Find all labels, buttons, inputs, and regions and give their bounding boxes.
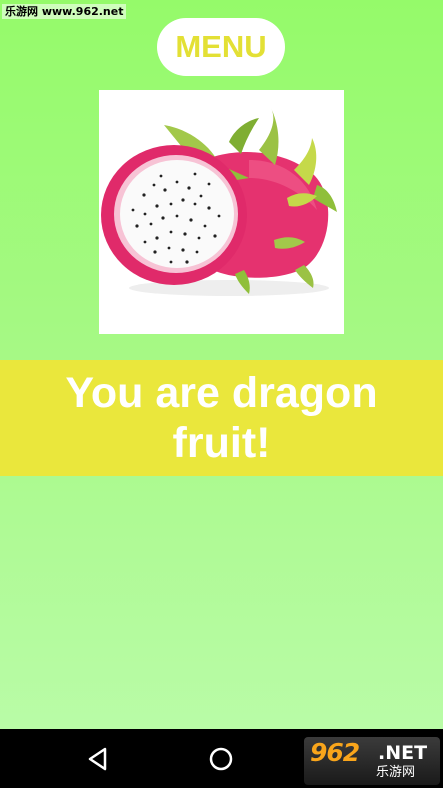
result-banner: You are dragon fruit! — [0, 360, 443, 476]
watermark-logo: 962 .NET 乐游网 — [304, 737, 440, 785]
back-triangle-icon[interactable] — [81, 742, 115, 776]
logo-number: 962 — [310, 738, 360, 767]
home-circle-icon[interactable] — [204, 742, 238, 776]
dragon-fruit-illustration — [101, 108, 337, 296]
result-message: You are dragon fruit! — [65, 369, 378, 467]
dragon-fruit-image — [99, 90, 344, 334]
menu-button[interactable]: MENU — [157, 18, 285, 76]
logo-domain: .NET — [378, 742, 428, 764]
watermark-text: 乐游网 www.962.net — [2, 4, 127, 19]
logo-subtitle: 乐游网 — [376, 765, 416, 780]
